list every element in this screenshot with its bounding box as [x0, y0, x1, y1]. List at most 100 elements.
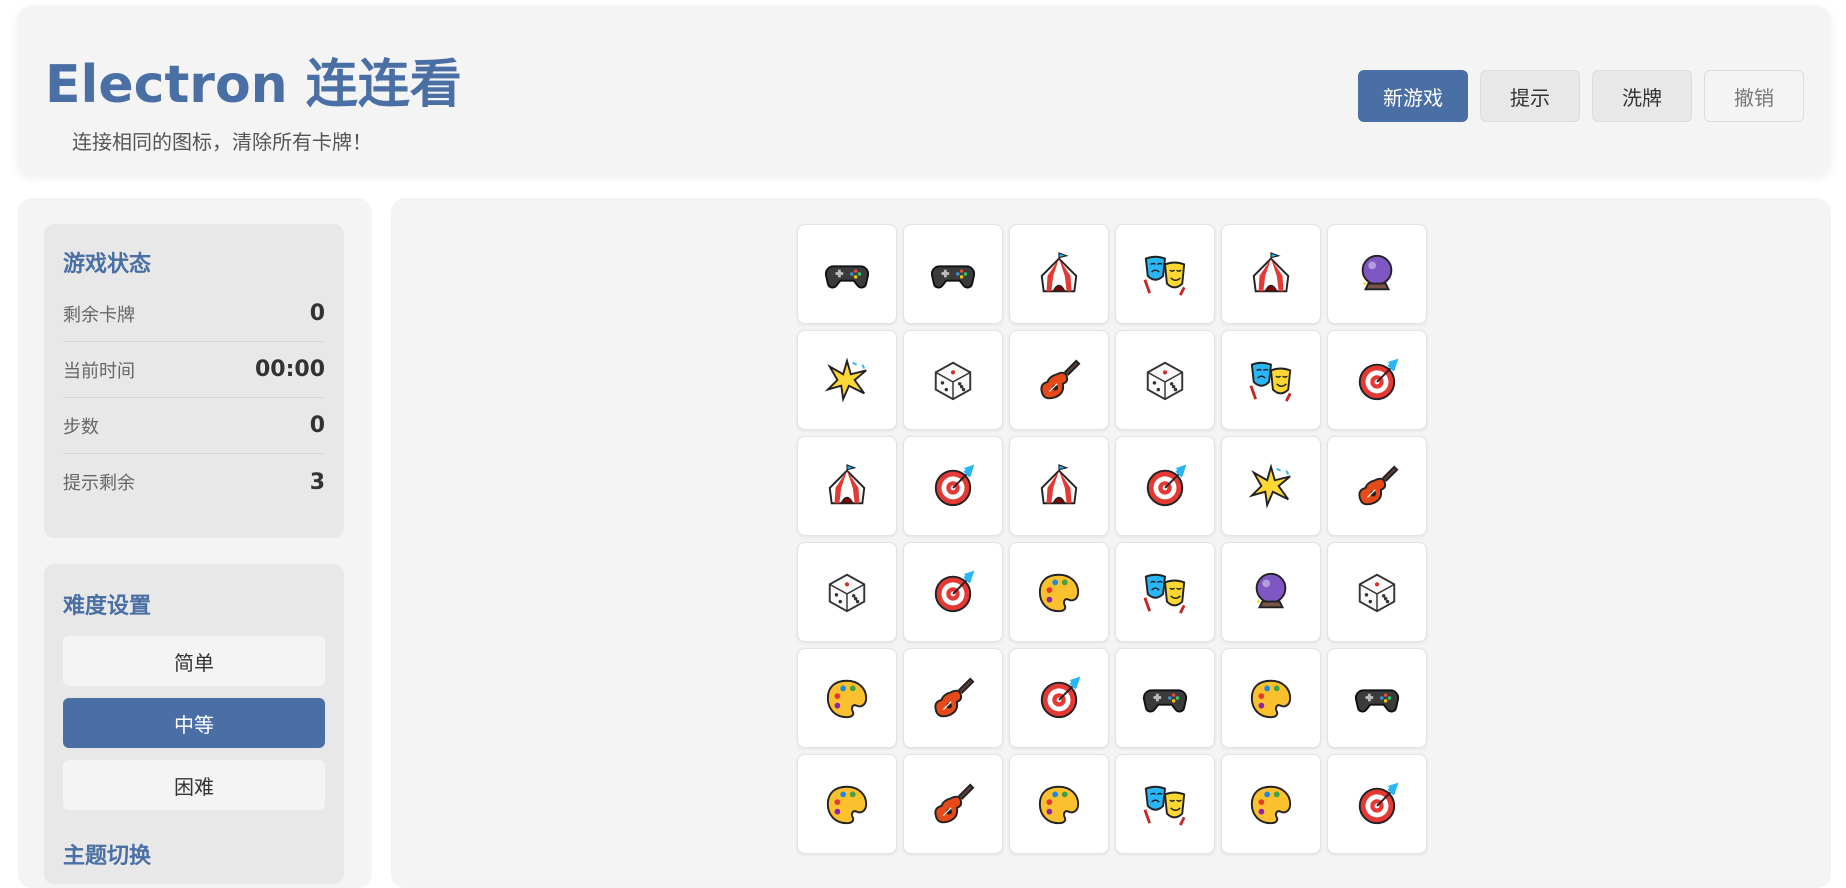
- gamepad-icon: [824, 251, 870, 297]
- game-tile[interactable]: [797, 224, 897, 324]
- palette-icon: [824, 781, 870, 827]
- undo-button[interactable]: 撤销: [1704, 70, 1804, 122]
- game-tile[interactable]: [1115, 436, 1215, 536]
- guitar-icon: [930, 675, 976, 721]
- palette-icon: [824, 675, 870, 721]
- game-tile[interactable]: [1221, 330, 1321, 430]
- game-tile[interactable]: [797, 542, 897, 642]
- theater-masks-icon: [1142, 781, 1188, 827]
- remaining-cards-value: 0: [309, 301, 325, 326]
- theater-masks-icon: [1142, 569, 1188, 615]
- gamepad-icon: [930, 251, 976, 297]
- difficulty-title: 难度设置: [63, 594, 152, 619]
- palette-icon: [1248, 675, 1294, 721]
- shuffle-button[interactable]: 洗牌: [1592, 70, 1692, 122]
- current-time-value: 00:00: [254, 357, 325, 382]
- game-tile[interactable]: [1221, 754, 1321, 854]
- circus-tent-icon: [1036, 251, 1082, 297]
- game-tile[interactable]: [1009, 648, 1109, 748]
- current-time-row: 当前时间 00:00: [63, 342, 325, 398]
- game-tile[interactable]: [1115, 330, 1215, 430]
- game-tile[interactable]: [1221, 648, 1321, 748]
- game-tile[interactable]: [903, 224, 1003, 324]
- game-tile[interactable]: [1327, 224, 1427, 324]
- palette-icon: [1036, 781, 1082, 827]
- difficulty-easy-button[interactable]: 简单: [63, 636, 325, 686]
- game-tile[interactable]: [1221, 436, 1321, 536]
- theme-switch-title: 主题切换: [63, 844, 152, 869]
- dart-target-icon: [1354, 357, 1400, 403]
- guitar-icon: [1036, 357, 1082, 403]
- page-title: Electron 连连看: [45, 55, 462, 115]
- game-tile[interactable]: [1221, 224, 1321, 324]
- steps-label: 步数: [63, 416, 99, 438]
- die-icon: [1142, 357, 1188, 403]
- new-game-button[interactable]: 新游戏: [1358, 70, 1468, 122]
- current-time-label: 当前时间: [63, 360, 135, 382]
- guitar-icon: [930, 781, 976, 827]
- game-tile[interactable]: [1327, 436, 1427, 536]
- tile-grid: [797, 224, 1427, 854]
- collision-star-icon: [824, 357, 870, 403]
- theater-masks-icon: [1248, 357, 1294, 403]
- game-tile[interactable]: [1327, 330, 1427, 430]
- game-tile[interactable]: [797, 648, 897, 748]
- game-tile[interactable]: [797, 436, 897, 536]
- game-tile[interactable]: [903, 542, 1003, 642]
- game-tile[interactable]: [1009, 330, 1109, 430]
- remaining-cards-label: 剩余卡牌: [63, 304, 135, 326]
- circus-tent-icon: [1248, 251, 1294, 297]
- header: Electron 连连看 连接相同的图标，清除所有卡牌！ 新游戏 提示 洗牌 撤…: [18, 6, 1830, 174]
- dart-target-icon: [930, 569, 976, 615]
- dart-target-icon: [930, 463, 976, 509]
- remaining-cards-row: 剩余卡牌 0: [63, 286, 325, 342]
- game-tile[interactable]: [903, 754, 1003, 854]
- page-subtitle: 连接相同的图标，清除所有卡牌！: [72, 130, 372, 154]
- game-tile[interactable]: [797, 330, 897, 430]
- game-tile[interactable]: [1221, 542, 1321, 642]
- game-tile[interactable]: [797, 754, 897, 854]
- hints-remaining-value: 3: [309, 469, 325, 495]
- game-tile[interactable]: [1115, 754, 1215, 854]
- game-tile[interactable]: [1115, 648, 1215, 748]
- game-board-area: [391, 198, 1831, 888]
- hints-remaining-row: 提示剩余 3: [63, 454, 325, 510]
- steps-row: 步数 0: [63, 398, 325, 454]
- sidebar: 游戏状态 剩余卡牌 0 当前时间 00:00 步数 0 提示剩余 3 难度设置 …: [18, 198, 372, 888]
- gamepad-icon: [1142, 675, 1188, 721]
- dart-target-icon: [1142, 463, 1188, 509]
- game-tile[interactable]: [1327, 754, 1427, 854]
- palette-icon: [1248, 781, 1294, 827]
- difficulty-medium-button[interactable]: 中等: [63, 698, 325, 748]
- die-icon: [930, 357, 976, 403]
- game-tile[interactable]: [903, 436, 1003, 536]
- steps-value: 0: [309, 413, 325, 438]
- die-icon: [1354, 569, 1400, 615]
- die-icon: [824, 569, 870, 615]
- dart-target-icon: [1354, 781, 1400, 827]
- hints-remaining-label: 提示剩余: [63, 473, 135, 494]
- game-tile[interactable]: [1009, 436, 1109, 536]
- palette-icon: [1036, 569, 1082, 615]
- circus-tent-icon: [1036, 463, 1082, 509]
- hint-button[interactable]: 提示: [1480, 70, 1580, 122]
- game-tile[interactable]: [1115, 542, 1215, 642]
- game-tile[interactable]: [903, 648, 1003, 748]
- game-tile[interactable]: [1327, 648, 1427, 748]
- difficulty-hard-button[interactable]: 困难: [63, 760, 325, 810]
- collision-star-icon: [1248, 463, 1294, 509]
- guitar-icon: [1354, 463, 1400, 509]
- dart-target-icon: [1036, 675, 1082, 721]
- game-tile[interactable]: [1009, 754, 1109, 854]
- crystal-ball-icon: [1354, 251, 1400, 297]
- gamepad-icon: [1354, 675, 1400, 721]
- game-tile[interactable]: [1327, 542, 1427, 642]
- game-tile[interactable]: [1009, 224, 1109, 324]
- game-status-title: 游戏状态: [63, 252, 152, 277]
- game-tile[interactable]: [903, 330, 1003, 430]
- theater-masks-icon: [1142, 251, 1188, 297]
- game-tile[interactable]: [1115, 224, 1215, 324]
- game-status-panel: 游戏状态 剩余卡牌 0 当前时间 00:00 步数 0 提示剩余 3: [44, 224, 344, 538]
- crystal-ball-icon: [1248, 569, 1294, 615]
- game-tile[interactable]: [1009, 542, 1109, 642]
